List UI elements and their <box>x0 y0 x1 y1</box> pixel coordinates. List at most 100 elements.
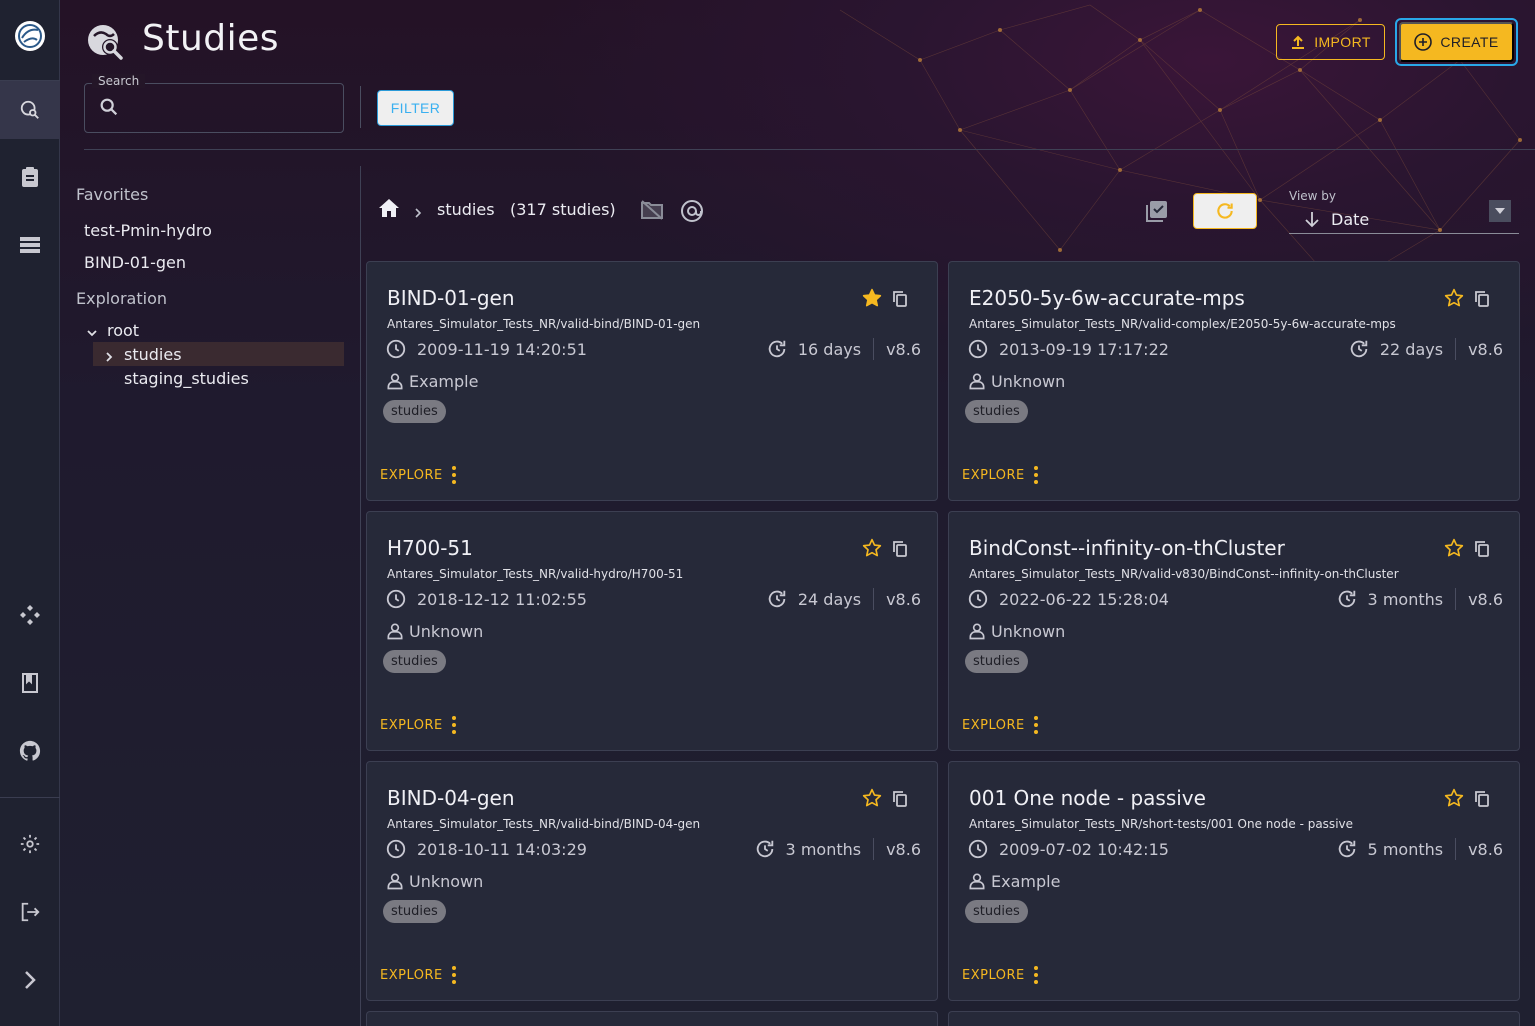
study-title[interactable]: BIND-01-gen <box>387 286 515 310</box>
favorite-star-icon[interactable] <box>862 538 882 562</box>
at-sign-icon[interactable] <box>680 199 704 227</box>
study-tag: studies <box>965 900 1028 923</box>
study-tag: studies <box>383 650 446 673</box>
nav-expand-icon[interactable] <box>0 951 60 1009</box>
study-tag: studies <box>965 400 1028 423</box>
chevron-right-icon[interactable] <box>103 348 115 367</box>
explore-button[interactable]: EXPLORE <box>962 718 1025 733</box>
owner-text: Unknown <box>991 371 1066 391</box>
nav-studies-icon[interactable] <box>0 81 60 139</box>
copy-id-icon[interactable] <box>1474 290 1490 312</box>
select-all-icon[interactable] <box>1145 199 1169 227</box>
tree-item-root[interactable]: root <box>107 321 139 340</box>
home-icon[interactable] <box>378 198 400 222</box>
version-text: v8.6 <box>886 589 921 609</box>
last-modified-text: 5 months <box>1367 839 1444 859</box>
more-vert-icon[interactable] <box>451 465 457 489</box>
app-logo[interactable] <box>14 20 46 52</box>
creation-date-text: 2022-06-22 15:28:04 <box>999 589 1169 609</box>
nav-api-icon[interactable] <box>0 586 60 644</box>
study-card[interactable]: BindConst--infinity-on-thCluster Antares… <box>948 511 1520 751</box>
version-text: v8.6 <box>1468 339 1503 359</box>
study-card[interactable]: BIND-04-gen Antares_Simulator_Tests_NR/v… <box>366 761 938 1001</box>
more-vert-icon[interactable] <box>451 715 457 739</box>
more-vert-icon[interactable] <box>1033 715 1039 739</box>
copy-id-icon[interactable] <box>892 540 908 562</box>
study-title[interactable]: H700-51 <box>387 536 473 560</box>
breadcrumb-current-folder[interactable]: studies <box>437 200 495 219</box>
tree-item-staging-studies[interactable]: staging_studies <box>124 369 249 388</box>
study-tag: studies <box>383 900 446 923</box>
explore-button[interactable]: EXPLORE <box>380 968 443 983</box>
study-title[interactable]: E2050-5y-6w-accurate-mps <box>969 286 1245 310</box>
clock-icon <box>968 589 988 609</box>
study-meta: 5 months v8.6 <box>1336 837 1503 861</box>
create-button[interactable]: CREATE <box>1399 22 1514 62</box>
creation-date: 2022-06-22 15:28:04 <box>967 587 1169 611</box>
nav-github-icon[interactable] <box>0 722 60 780</box>
filter-button[interactable]: FILTER <box>377 90 454 126</box>
person-icon <box>387 623 403 640</box>
more-vert-icon[interactable] <box>1033 965 1039 989</box>
hide-folders-icon[interactable] <box>640 199 664 225</box>
study-path: Antares_Simulator_Tests_NR/valid-hydro/H… <box>387 567 684 581</box>
creation-date: 2009-07-02 10:42:15 <box>967 837 1169 861</box>
favorite-star-icon[interactable] <box>1444 288 1464 312</box>
nav-data-icon[interactable] <box>0 216 60 274</box>
study-path: Antares_Simulator_Tests_NR/valid-complex… <box>969 317 1396 331</box>
study-count: (317 studies) <box>510 200 616 219</box>
study-card[interactable]: BIND-01-gen Antares_Simulator_Tests_NR/v… <box>366 261 938 501</box>
person-icon <box>969 623 985 640</box>
last-modified-text: 3 months <box>785 839 862 859</box>
view-by-select[interactable]: Date <box>1289 200 1519 234</box>
study-card[interactable]: 001 One node - passive Antares_Simulator… <box>948 761 1520 1001</box>
import-button[interactable]: IMPORT <box>1276 24 1385 60</box>
explore-button[interactable]: EXPLORE <box>962 968 1025 983</box>
study-title[interactable]: BIND-04-gen <box>387 786 515 810</box>
more-vert-icon[interactable] <box>1033 465 1039 489</box>
study-card[interactable]: H700-51 Antares_Simulator_Tests_NR/valid… <box>366 511 938 751</box>
nav-logout-icon[interactable] <box>0 883 60 941</box>
study-path: Antares_Simulator_Tests_NR/valid-v830/Bi… <box>969 567 1399 581</box>
favorite-star-icon[interactable] <box>1444 538 1464 562</box>
view-by-label: View by <box>1289 189 1337 203</box>
search-input[interactable] <box>84 83 344 133</box>
owner-text: Unknown <box>409 621 484 641</box>
sidebar-divider <box>360 166 361 1026</box>
nav-tasks-icon[interactable] <box>0 148 60 206</box>
copy-id-icon[interactable] <box>892 790 908 812</box>
tree-item-studies[interactable]: studies <box>124 345 182 364</box>
creation-date: 2018-10-11 14:03:29 <box>385 837 587 861</box>
favorite-star-icon[interactable] <box>862 788 882 812</box>
favorite-item[interactable]: BIND-01-gen <box>84 253 186 272</box>
more-vert-icon[interactable] <box>451 965 457 989</box>
copy-id-icon[interactable] <box>1474 540 1490 562</box>
toolbar-divider <box>360 86 361 128</box>
copy-id-icon[interactable] <box>1474 790 1490 812</box>
nav-docs-icon[interactable] <box>0 654 60 712</box>
nav-settings-icon[interactable] <box>0 815 60 873</box>
explore-button[interactable]: EXPLORE <box>380 468 443 483</box>
study-title[interactable]: BindConst--infinity-on-thCluster <box>969 536 1285 560</box>
study-owner: Example <box>385 369 478 393</box>
copy-id-icon[interactable] <box>892 290 908 312</box>
version-text: v8.6 <box>1468 589 1503 609</box>
explore-button[interactable]: EXPLORE <box>962 468 1025 483</box>
dropdown-arrow-icon[interactable] <box>1489 200 1511 222</box>
explore-button[interactable]: EXPLORE <box>380 718 443 733</box>
creation-date: 2018-12-12 11:02:55 <box>385 587 587 611</box>
favorite-star-icon[interactable] <box>1444 788 1464 812</box>
clock-icon <box>968 839 988 859</box>
clock-icon <box>386 839 406 859</box>
favorite-item[interactable]: test-Pmin-hydro <box>84 221 212 240</box>
owner-text: Example <box>409 371 479 391</box>
study-meta: 3 months v8.6 <box>754 837 921 861</box>
refresh-button[interactable] <box>1193 193 1257 229</box>
favorite-star-icon[interactable] <box>862 288 882 312</box>
chevron-down-icon[interactable] <box>86 324 98 343</box>
last-modified-text: 3 months <box>1367 589 1444 609</box>
study-card[interactable]: E2050-5y-6w-accurate-mps Antares_Simulat… <box>948 261 1520 501</box>
clock-icon <box>968 339 988 359</box>
study-title[interactable]: 001 One node - passive <box>969 786 1206 810</box>
study-meta: 16 days v8.6 <box>766 337 921 361</box>
